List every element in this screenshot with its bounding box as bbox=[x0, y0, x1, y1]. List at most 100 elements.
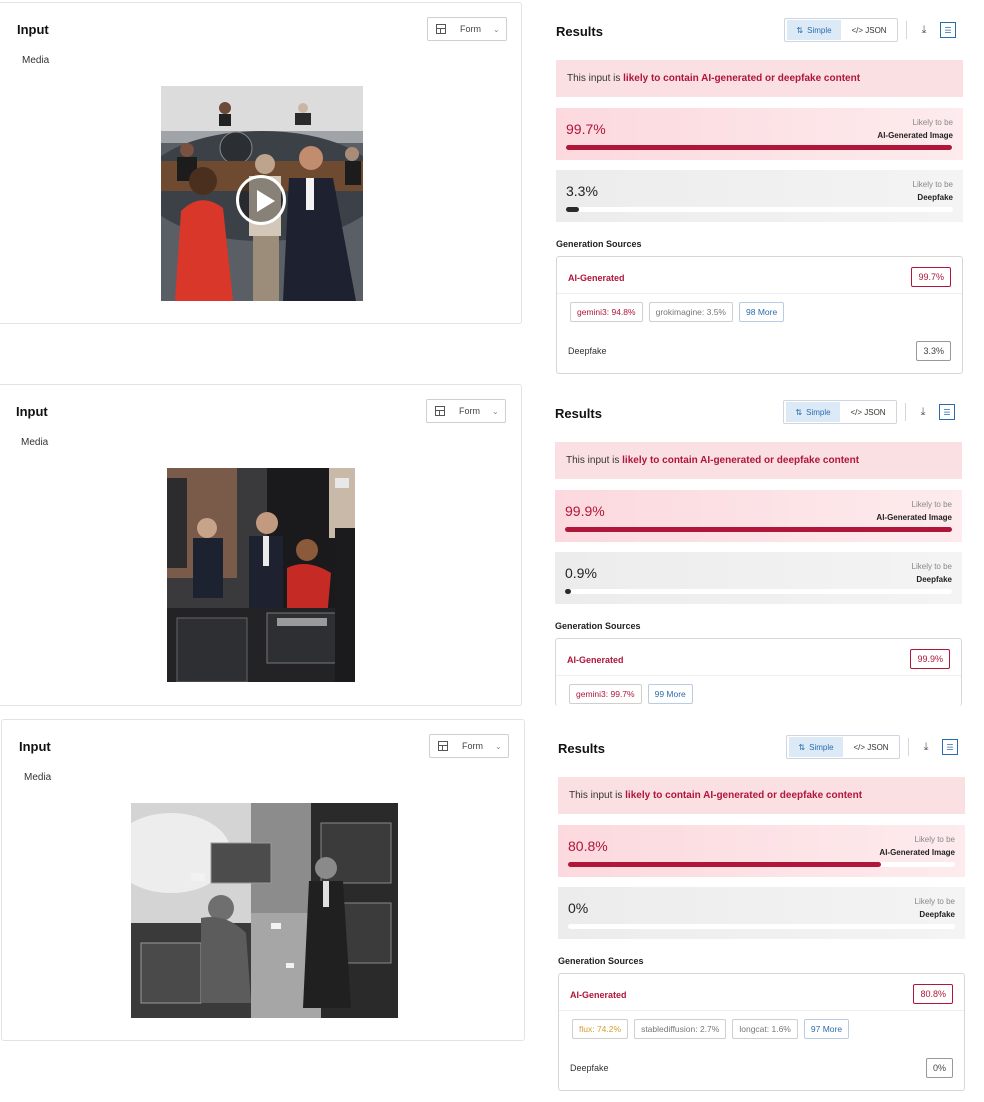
deepfake-score-track bbox=[565, 589, 952, 594]
ai-generated-label: AI-Generated bbox=[568, 273, 625, 283]
input-panel-1: Input Media Form ⌄ bbox=[0, 2, 522, 324]
source-chips: gemini3: 99.7% 99 More bbox=[569, 684, 693, 704]
deepfake-label: Deepfake bbox=[919, 910, 955, 919]
likely-label: Likely to be bbox=[912, 118, 953, 127]
deepfake-badge: 0% bbox=[925, 1058, 953, 1078]
layout-grid-icon bbox=[436, 24, 446, 34]
toolbar-divider bbox=[906, 21, 907, 39]
deepfake-label: Deepfake bbox=[917, 193, 953, 202]
deepfake-metric: 0% Likely to be Deepfake bbox=[558, 887, 965, 939]
ai-generated-badge: 80.8% bbox=[913, 984, 953, 1004]
form-dropdown[interactable]: Form ⌄ bbox=[429, 734, 509, 758]
ai-generated-badge: 99.9% bbox=[910, 649, 950, 669]
media-image-preview[interactable] bbox=[131, 803, 398, 1018]
deepfake-score: 0% bbox=[568, 900, 589, 916]
likely-label: Likely to be bbox=[911, 500, 952, 509]
image-preview bbox=[131, 803, 398, 1018]
input-title: Input bbox=[17, 22, 49, 37]
source-chip: grokimagine: 3.5% bbox=[648, 302, 733, 322]
media-label: Media bbox=[21, 437, 49, 448]
deepfake-label: Deepfake bbox=[916, 575, 952, 584]
deepfake-metric: 0.9% Likely to be Deepfake bbox=[555, 552, 962, 604]
results-panel-2: Results ⇅ Simple </> JSON ⤓ ☰ This input … bbox=[539, 384, 983, 706]
json-view-button[interactable]: </> JSON bbox=[843, 743, 899, 752]
ai-image-label: AI-Generated Image bbox=[876, 513, 952, 522]
simple-view-icon: ⇅ bbox=[798, 742, 806, 752]
results-title: Results bbox=[556, 24, 603, 39]
input-panel-3: Input Media Form ⌄ bbox=[1, 719, 525, 1041]
generation-sources-label: Generation Sources bbox=[556, 239, 642, 249]
form-dropdown[interactable]: Form ⌄ bbox=[426, 399, 506, 423]
generation-sources-label: Generation Sources bbox=[558, 956, 644, 966]
verdict-banner: This input is likely to contain AI-gener… bbox=[558, 777, 965, 814]
divider bbox=[559, 1010, 964, 1011]
source-chip: longcat: 1.6% bbox=[732, 1019, 798, 1039]
ai-generated-label: AI-Generated bbox=[567, 655, 624, 665]
chevron-down-icon: ⌄ bbox=[495, 741, 502, 751]
media-label: Media bbox=[24, 772, 52, 783]
verdict-emphasis: likely to contain AI-generated or deepfa… bbox=[623, 73, 861, 84]
form-dropdown-label: Form bbox=[462, 741, 483, 751]
ai-score: 99.9% bbox=[565, 503, 605, 519]
input-panel-2: Input Media Form ⌄ bbox=[0, 384, 522, 706]
deepfake-score-track bbox=[568, 924, 955, 929]
more-sources-button[interactable]: 98 More bbox=[739, 302, 785, 322]
ai-score: 99.7% bbox=[566, 121, 606, 137]
generation-sources-box: AI-Generated 80.8% flux: 74.2% stablediff… bbox=[558, 973, 965, 1091]
simple-view-icon: ⇅ bbox=[796, 25, 804, 35]
ai-generated-metric: 99.9% Likely to be AI-Generated Image bbox=[555, 490, 962, 542]
view-mode-toggle[interactable]: ⇅ Simple </> JSON bbox=[786, 735, 900, 759]
deepfake-score-bar bbox=[565, 589, 571, 594]
deepfake-source-label: Deepfake bbox=[568, 346, 607, 356]
deepfake-score-track bbox=[566, 207, 953, 212]
download-icon[interactable]: ⤓ bbox=[918, 739, 934, 755]
ai-score-bar bbox=[565, 527, 952, 532]
layout-grid-icon bbox=[435, 406, 445, 416]
results-title: Results bbox=[558, 741, 605, 756]
source-chip: gemini3: 94.8% bbox=[570, 302, 643, 322]
list-view-icon[interactable]: ☰ bbox=[942, 739, 958, 755]
source-chip: gemini3: 99.7% bbox=[569, 684, 642, 704]
list-view-icon[interactable]: ☰ bbox=[939, 404, 955, 420]
verdict-banner: This input is likely to contain AI-gener… bbox=[555, 442, 962, 479]
ai-generated-label: AI-Generated bbox=[570, 990, 627, 1000]
ai-score-track bbox=[566, 145, 953, 150]
chevron-down-icon: ⌄ bbox=[493, 24, 500, 34]
more-sources-button[interactable]: 99 More bbox=[647, 684, 693, 704]
deepfake-source-label: Deepfake bbox=[570, 1063, 609, 1073]
play-icon[interactable] bbox=[236, 175, 286, 225]
ai-generated-badge: 99.7% bbox=[911, 267, 951, 287]
view-mode-toggle[interactable]: ⇅ Simple </> JSON bbox=[784, 18, 898, 42]
media-image-preview[interactable] bbox=[167, 468, 355, 682]
generation-sources-box: AI-Generated 99.7% gemini3: 94.8% grokima… bbox=[556, 256, 963, 374]
view-mode-toggle[interactable]: ⇅ Simple </> JSON bbox=[783, 400, 897, 424]
json-view-button[interactable]: </> JSON bbox=[840, 408, 896, 417]
likely-label: Likely to be bbox=[914, 897, 955, 906]
input-title: Input bbox=[16, 404, 48, 419]
verdict-banner: This input is likely to contain AI-gener… bbox=[556, 60, 963, 97]
results-panel-3: Results ⇅ Simple </> JSON ⤓ ☰ This input … bbox=[542, 719, 984, 1102]
form-dropdown[interactable]: Form ⌄ bbox=[427, 17, 507, 41]
simple-view-button[interactable]: ⇅ Simple bbox=[789, 737, 843, 757]
download-icon[interactable]: ⤓ bbox=[916, 22, 932, 38]
ai-generated-metric: 99.7% Likely to be AI-Generated Image bbox=[556, 108, 963, 160]
simple-view-button[interactable]: ⇅ Simple bbox=[786, 402, 840, 422]
media-video-preview[interactable] bbox=[161, 86, 363, 301]
ai-score-track bbox=[568, 862, 955, 867]
simple-view-button[interactable]: ⇅ Simple bbox=[787, 20, 841, 40]
ai-generated-metric: 80.8% Likely to be AI-Generated Image bbox=[558, 825, 965, 877]
generation-sources-box: AI-Generated 99.9% gemini3: 99.7% 99 More bbox=[555, 638, 962, 706]
chevron-down-icon: ⌄ bbox=[492, 406, 499, 416]
more-sources-button[interactable]: 97 More bbox=[803, 1019, 850, 1039]
deepfake-score-bar bbox=[566, 207, 579, 212]
list-view-icon[interactable]: ☰ bbox=[940, 22, 956, 38]
download-icon[interactable]: ⤓ bbox=[915, 404, 931, 420]
json-view-button[interactable]: </> JSON bbox=[841, 26, 897, 35]
divider bbox=[556, 675, 961, 676]
ai-score-bar bbox=[568, 862, 881, 867]
ai-score-bar bbox=[566, 145, 952, 150]
input-title: Input bbox=[19, 739, 51, 754]
ai-image-label: AI-Generated Image bbox=[877, 131, 953, 140]
simple-view-icon: ⇅ bbox=[795, 407, 803, 417]
layout-grid-icon bbox=[438, 741, 448, 751]
